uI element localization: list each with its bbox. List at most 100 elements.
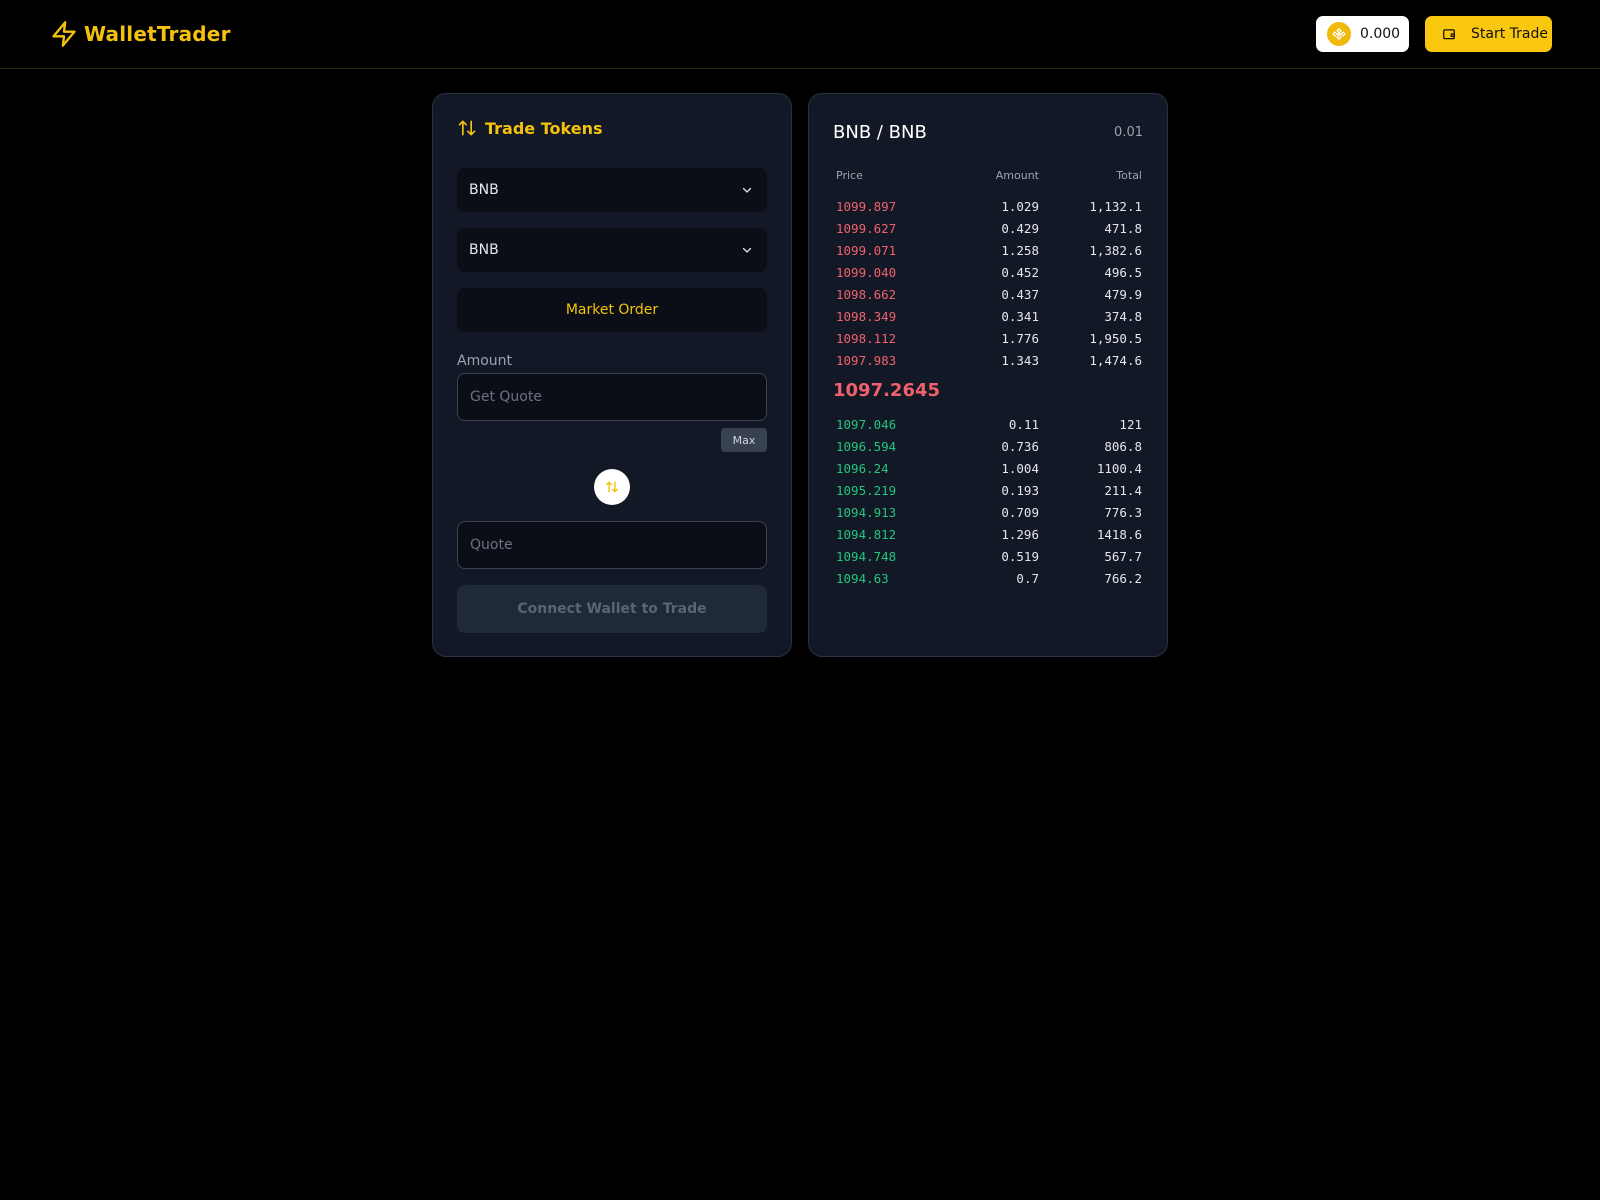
bid-amount: 0.11	[1008, 417, 1039, 432]
swap-direction-button[interactable]	[594, 469, 630, 505]
brand-name: WalletTrader	[84, 22, 231, 46]
bid-total: 776.3	[1104, 505, 1142, 520]
from-token-select[interactable]: BNB	[457, 168, 767, 212]
wallet-balance[interactable]: 0.000	[1316, 16, 1409, 52]
ask-amount: 1.343	[1001, 353, 1039, 368]
total-column-header: Total	[1116, 169, 1142, 182]
ask-price: 1099.627	[836, 221, 897, 236]
amount-input[interactable]	[457, 373, 767, 421]
ask-amount: 0.452	[1001, 265, 1039, 280]
connect-wallet-button[interactable]: Connect Wallet to Trade	[457, 585, 767, 633]
ask-total: 1,474.6	[1089, 353, 1142, 368]
bid-row[interactable]: 1094.63 0.7 766.2	[836, 571, 1142, 593]
bid-row[interactable]: 1094.748 0.519 567.7	[836, 549, 1142, 571]
trade-panel: Trade Tokens BNB BNB Market Order Amount…	[432, 93, 792, 657]
ask-total: 1,132.1	[1089, 199, 1142, 214]
bid-total: 211.4	[1104, 483, 1142, 498]
ask-amount: 1.258	[1001, 243, 1039, 258]
bid-amount: 1.004	[1001, 461, 1039, 476]
bid-amount: 0.7	[1016, 571, 1039, 586]
order-type-button[interactable]: Market Order	[457, 288, 767, 332]
bid-row[interactable]: 1094.812 1.296 1418.6	[836, 527, 1142, 549]
bid-total: 1418.6	[1096, 527, 1142, 542]
trade-panel-header: Trade Tokens	[457, 118, 602, 138]
bid-row[interactable]: 1095.219 0.193 211.4	[836, 483, 1142, 505]
ask-total: 1,382.6	[1089, 243, 1142, 258]
ask-row[interactable]: 1099.071 1.258 1,382.6	[836, 243, 1142, 265]
trading-pair: BNB / BNB	[833, 122, 927, 143]
bid-amount: 1.296	[1001, 527, 1039, 542]
tick-size[interactable]: 0.01	[1114, 125, 1143, 140]
trade-panel-title: Trade Tokens	[485, 118, 603, 138]
ask-amount: 0.437	[1001, 287, 1039, 302]
to-token-select[interactable]: BNB	[457, 228, 767, 272]
ask-total: 479.9	[1104, 287, 1142, 302]
ask-amount: 0.341	[1001, 309, 1039, 324]
ask-row[interactable]: 1098.349 0.341 374.8	[836, 309, 1142, 331]
balance-value: 0.000	[1360, 26, 1401, 42]
wallet-icon	[1443, 29, 1455, 40]
ask-price: 1099.897	[836, 199, 897, 214]
ask-price: 1098.349	[836, 309, 897, 324]
ask-price: 1098.112	[836, 331, 897, 346]
ask-amount: 1.776	[1001, 331, 1039, 346]
ask-price: 1097.983	[836, 353, 897, 368]
bid-price: 1094.748	[836, 549, 897, 564]
bid-price: 1094.63	[836, 571, 889, 586]
ask-total: 1,950.5	[1089, 331, 1142, 346]
start-trade-button[interactable]: Start Trade	[1425, 16, 1552, 52]
ask-row[interactable]: 1097.983 1.343 1,474.6	[836, 353, 1142, 375]
ask-total: 496.5	[1104, 265, 1142, 280]
to-token-value: BNB	[469, 242, 499, 258]
bid-row[interactable]: 1096.24 1.004 1100.4	[836, 461, 1142, 483]
ask-row[interactable]: 1098.662 0.437 479.9	[836, 287, 1142, 309]
bnb-coin-icon	[1327, 22, 1351, 46]
ask-price: 1099.071	[836, 243, 897, 258]
order-book-header: Price Amount Total	[836, 169, 1142, 185]
bid-row[interactable]: 1096.594 0.736 806.8	[836, 439, 1142, 461]
mid-price: 1097.2645	[833, 380, 941, 401]
lightning-icon	[52, 21, 76, 47]
swap-arrows-icon	[458, 120, 476, 136]
bid-price: 1096.594	[836, 439, 897, 454]
bid-price: 1095.219	[836, 483, 897, 498]
bid-amount: 0.709	[1001, 505, 1039, 520]
ask-amount: 0.429	[1001, 221, 1039, 236]
bid-total: 1100.4	[1096, 461, 1142, 476]
bid-row[interactable]: 1094.913 0.709 776.3	[836, 505, 1142, 527]
bid-amount: 0.519	[1001, 549, 1039, 564]
ask-amount: 1.029	[1001, 199, 1039, 214]
order-type-label: Market Order	[565, 302, 659, 318]
quote-input[interactable]	[457, 521, 767, 569]
swap-arrows-icon	[606, 481, 618, 493]
ask-total: 374.8	[1104, 309, 1142, 324]
ask-row[interactable]: 1099.897 1.029 1,132.1	[836, 199, 1142, 221]
bid-total: 567.7	[1104, 549, 1142, 564]
amount-column-header: Amount	[995, 169, 1039, 182]
ask-row[interactable]: 1099.627 0.429 471.8	[836, 221, 1142, 243]
price-column-header: Price	[836, 169, 863, 182]
bid-total: 121	[1119, 417, 1142, 432]
bid-price: 1094.812	[836, 527, 897, 542]
ask-price: 1098.662	[836, 287, 897, 302]
ask-row[interactable]: 1099.040 0.452 496.5	[836, 265, 1142, 287]
bid-total: 766.2	[1104, 571, 1142, 586]
brand-logo[interactable]: WalletTrader	[50, 19, 231, 49]
bid-total: 806.8	[1104, 439, 1142, 454]
bid-amount: 0.193	[1001, 483, 1039, 498]
from-token-value: BNB	[469, 182, 499, 198]
chevron-down-icon	[742, 187, 752, 193]
bid-price: 1096.24	[836, 461, 889, 476]
chevron-down-icon	[742, 247, 752, 253]
start-trade-label: Start Trade	[1471, 26, 1548, 42]
top-bar: WalletTrader 0.000 Start Trade	[0, 0, 1600, 69]
max-button[interactable]: Max	[721, 428, 767, 452]
ask-total: 471.8	[1104, 221, 1142, 236]
bid-price: 1097.046	[836, 417, 897, 432]
bid-row[interactable]: 1097.046 0.11 121	[836, 417, 1142, 439]
ask-price: 1099.040	[836, 265, 897, 280]
bid-price: 1094.913	[836, 505, 897, 520]
amount-label: Amount	[457, 353, 513, 369]
bid-amount: 0.736	[1001, 439, 1039, 454]
ask-row[interactable]: 1098.112 1.776 1,950.5	[836, 331, 1142, 353]
